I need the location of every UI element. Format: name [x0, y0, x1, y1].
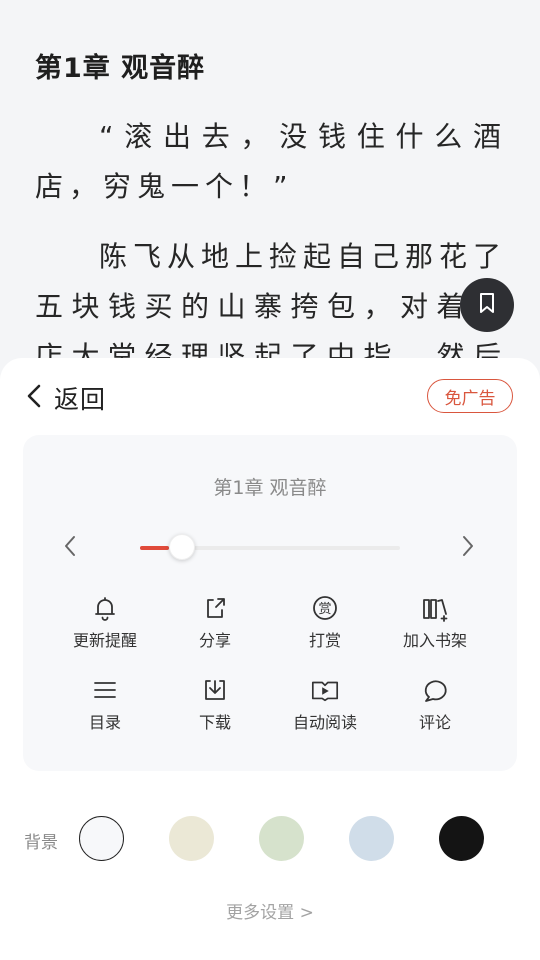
auto-read-icon [310, 675, 340, 705]
auto-read-button[interactable]: 自动阅读 [270, 675, 380, 737]
comment-icon [420, 675, 450, 705]
add-to-bookshelf-button[interactable]: 加入书架 [380, 593, 490, 655]
menu-list-icon [90, 675, 120, 705]
tool-label: 加入书架 [402, 631, 467, 650]
update-reminder-button[interactable]: 更新提醒 [50, 593, 160, 655]
reward-icon: 赏 [310, 593, 340, 623]
previous-chapter-button[interactable] [55, 533, 85, 563]
ad-free-button[interactable]: 免广告 [427, 379, 513, 413]
next-chapter-button[interactable] [453, 533, 483, 563]
paragraph: “滚出去，没钱住什么酒店，穷鬼一个！” [35, 120, 507, 203]
tool-label: 下载 [198, 713, 231, 732]
chevron-left-icon [24, 383, 44, 413]
background-swatch-green[interactable] [259, 816, 304, 861]
share-icon [200, 593, 230, 623]
download-button[interactable]: 下载 [160, 675, 270, 737]
tool-label: 打赏 [308, 631, 341, 650]
chapter-progress-slider[interactable] [140, 534, 400, 560]
comment-button[interactable]: 评论 [380, 675, 490, 737]
bell-icon [90, 593, 120, 623]
svg-text:赏: 赏 [318, 602, 331, 617]
chevron-left-icon [62, 534, 78, 562]
bookshelf-add-icon [420, 593, 450, 623]
bookmark-button[interactable] [460, 278, 514, 332]
chapter-title: 第1章 观音醉 [35, 53, 206, 84]
current-chapter-title: 第1章 观音醉 [213, 477, 327, 499]
background-swatch-beige[interactable] [169, 816, 214, 861]
table-of-contents-button[interactable]: 目录 [50, 675, 160, 737]
download-icon [200, 675, 230, 705]
back-label: 返回 [54, 385, 107, 414]
background-label: 背景 [24, 833, 58, 853]
background-swatch-blue[interactable] [349, 816, 394, 861]
reward-button[interactable]: 赏 打赏 [270, 593, 380, 655]
slider-fill [140, 546, 170, 550]
back-button[interactable]: 返回 [24, 380, 106, 416]
tool-grid: 更新提醒 分享 赏 打赏 加入书架 目录 下载 自动阅读 评论 [50, 593, 490, 737]
tool-label: 更新提醒 [72, 631, 137, 650]
share-button[interactable]: 分享 [160, 593, 270, 655]
tool-label: 目录 [88, 713, 121, 732]
more-settings-link[interactable]: 更多设置 > [0, 898, 540, 923]
tool-label: 分享 [198, 631, 231, 650]
chapter-control-card: 第1章 观音醉 更新提醒 分享 赏 打赏 加入书架 目录 下载 自动阅读 评论 [23, 435, 517, 771]
background-swatch-white[interactable] [79, 816, 124, 861]
background-swatch-black[interactable] [439, 816, 484, 861]
chevron-right-icon [460, 534, 476, 562]
tool-label: 评论 [418, 713, 451, 732]
tool-label: 自动阅读 [292, 713, 357, 732]
bookmark-icon [476, 291, 498, 319]
reader-content: 第1章 观音醉 “滚出去，没钱住什么酒店，穷鬼一个！” 陈飞从地上捡起自己那花了… [0, 0, 540, 420]
reader-menu-panel: 返回 免广告 第1章 观音醉 更新提醒 分享 赏 打赏 加入书架 目录 下载 自… [0, 358, 540, 960]
slider-thumb[interactable] [169, 534, 196, 560]
